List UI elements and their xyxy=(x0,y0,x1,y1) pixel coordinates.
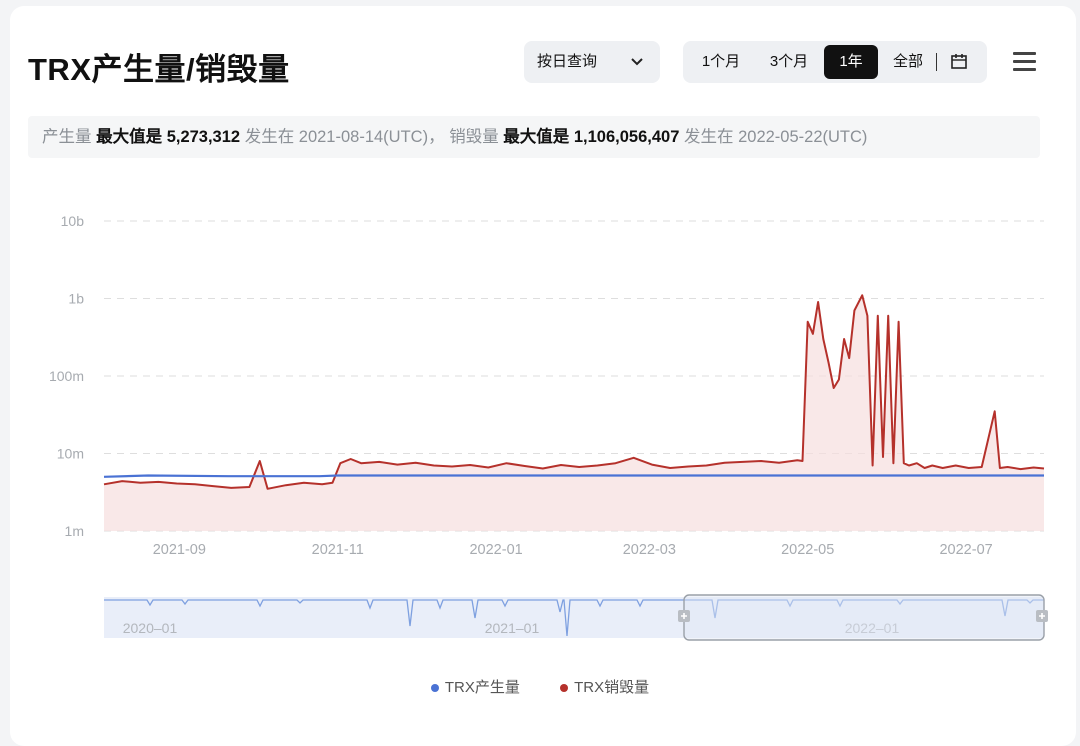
navigator-window xyxy=(683,594,1045,641)
x-tick-label: 2021-09 xyxy=(153,542,206,558)
x-tick-label: 2022-07 xyxy=(939,542,992,558)
x-tick-label: 2022-03 xyxy=(623,542,676,558)
legend-item-burn[interactable]: TRX销毁量 xyxy=(560,676,649,697)
y-tick-label: 10m xyxy=(57,446,84,462)
y-tick-label: 1m xyxy=(65,523,84,539)
navigator-handle-left[interactable] xyxy=(678,610,690,622)
legend-item-mint[interactable]: TRX产生量 xyxy=(430,676,520,697)
burn-mint-chart: 1m 10m 100m 1b 10b 2021-09 2021-11 2022-01 2022-… xyxy=(49,213,1048,641)
legend-label-burn: TRX销毁量 xyxy=(574,679,650,696)
y-tick-label: 100m xyxy=(49,368,84,384)
x-tick-label: 2021-11 xyxy=(312,542,364,558)
legend-dot-burn xyxy=(560,684,569,693)
y-tick-label: 1b xyxy=(68,291,84,307)
legend-label-mint: TRX产生量 xyxy=(444,679,520,696)
legend-dot-mint xyxy=(430,684,439,693)
chart-legend: TRX产生量 TRX销毁量 xyxy=(0,676,1080,697)
x-tick-label: 2022-05 xyxy=(781,542,834,558)
x-tick-label: 2022-01 xyxy=(469,542,522,558)
y-tick-label: 10b xyxy=(61,213,85,229)
navigator-axis-label: 2021–01 xyxy=(485,620,540,636)
burn-series-line xyxy=(103,294,1045,490)
burn-area xyxy=(104,295,1044,531)
navigator-axis-label: 2020–01 xyxy=(123,620,178,636)
navigator-handle-right[interactable] xyxy=(1036,610,1048,622)
